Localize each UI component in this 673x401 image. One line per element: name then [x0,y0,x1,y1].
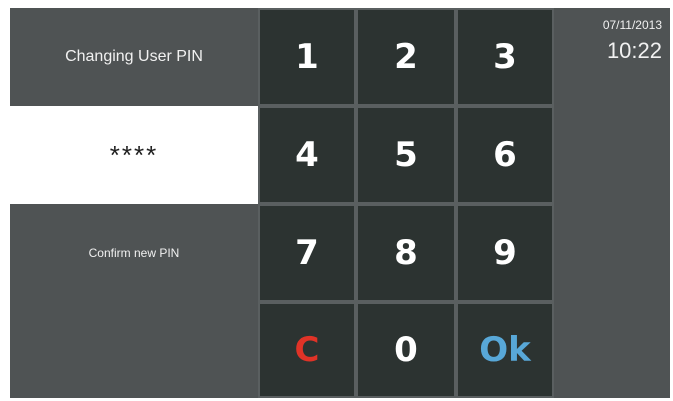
left-panel: Changing User PIN **** Confirm new PIN [10,8,258,398]
key-8[interactable]: 8 [358,206,454,300]
key-5[interactable]: 5 [358,108,454,202]
key-0[interactable]: 0 [358,304,454,396]
key-7[interactable]: 7 [260,206,354,300]
key-9[interactable]: 9 [458,206,552,300]
pin-display: **** [10,106,258,204]
key-1[interactable]: 1 [260,10,354,104]
pin-masked-value: **** [109,139,159,170]
header: Changing User PIN [10,8,258,106]
key-2[interactable]: 2 [358,10,454,104]
keypad: 1 2 3 4 5 6 7 8 9 C 0 Ok [258,8,554,398]
right-panel: 07/11/2013 10:22 [554,8,670,398]
pin-screen: Changing User PIN **** Confirm new PIN 1… [10,8,670,398]
clear-button[interactable]: C [260,304,354,396]
ok-button[interactable]: Ok [458,304,552,396]
key-6[interactable]: 6 [458,108,552,202]
page-title: Changing User PIN [65,48,203,65]
date-display: 07/11/2013 [602,18,662,32]
time-display: 10:22 [606,38,662,63]
key-3[interactable]: 3 [458,10,552,104]
status-message: Confirm new PIN [88,246,180,260]
key-4[interactable]: 4 [260,108,354,202]
